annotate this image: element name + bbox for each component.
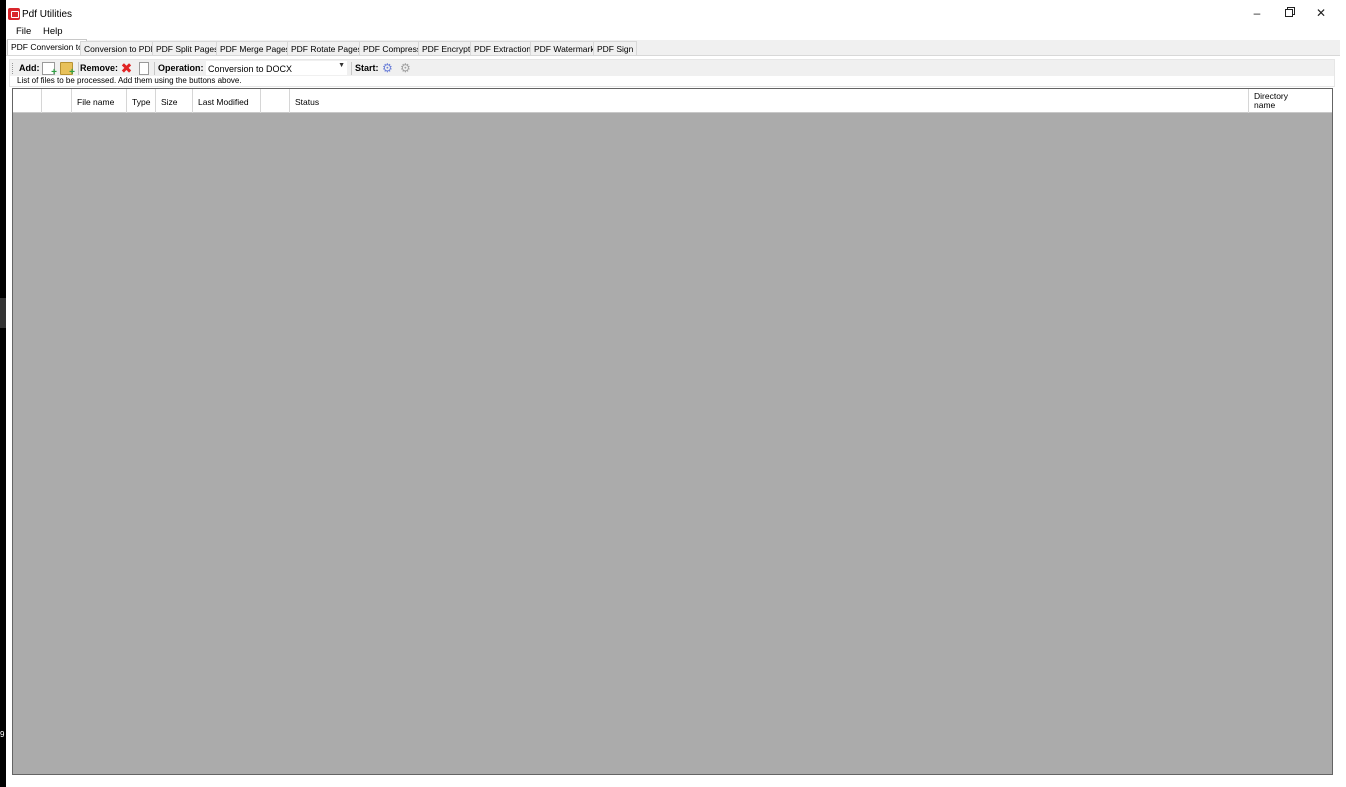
toolbar-separator: [154, 62, 155, 75]
desktop-edge-text: 9: [0, 730, 5, 739]
column-header-last-modified[interactable]: Last Modified: [193, 89, 261, 113]
column-header-icon[interactable]: [42, 89, 72, 113]
start-label: Start:: [355, 63, 379, 73]
column-header-size[interactable]: Size: [156, 89, 193, 113]
chevron-down-icon[interactable]: ▼: [338, 62, 345, 69]
title-bar[interactable]: Pdf Utilities – ✕: [6, 0, 1340, 24]
hint-text: List of files to be processed. Add them …: [17, 76, 242, 85]
restore-button[interactable]: [1274, 4, 1304, 22]
close-icon: ✕: [1315, 6, 1327, 20]
tab-pdf-conversion-to[interactable]: PDF Conversion to: [7, 39, 87, 55]
tab-pdf-merge-pages[interactable]: PDF Merge Pages: [216, 41, 294, 55]
tab-pdf-rotate-pages[interactable]: PDF Rotate Pages: [287, 41, 366, 55]
operation-label: Operation:: [158, 63, 204, 73]
column-header-select[interactable]: [13, 89, 42, 113]
column-header-status[interactable]: Status: [290, 89, 1249, 113]
tab-pdf-encrypt[interactable]: PDF Encrypt: [418, 41, 475, 55]
column-header-file-name[interactable]: File name: [72, 89, 127, 113]
remove-icon[interactable]: ✖: [120, 61, 133, 75]
toolbar-separator: [78, 62, 79, 75]
column-header-directory-name[interactable]: Directory name: [1249, 89, 1332, 113]
tab-pdf-split-pages[interactable]: PDF Split Pages: [152, 41, 223, 55]
add-folder-icon[interactable]: [60, 62, 75, 78]
hint-bar: List of files to be processed. Add them …: [9, 76, 1335, 87]
add-file-icon[interactable]: [42, 62, 57, 78]
menu-bar: File Help: [6, 24, 1340, 40]
stop-icon[interactable]: ⚙: [400, 62, 413, 75]
column-header-type[interactable]: Type: [127, 89, 156, 113]
toolbar-grip[interactable]: [12, 63, 14, 74]
column-header-blank[interactable]: [261, 89, 290, 113]
menu-file[interactable]: File: [12, 26, 35, 37]
menu-help[interactable]: Help: [39, 26, 67, 37]
tab-strip: PDF Conversion to Conversion to PDF PDF …: [6, 39, 1340, 55]
operation-select[interactable]: Conversion to DOCX ▼: [206, 61, 347, 75]
minimize-icon: –: [1253, 6, 1261, 20]
grid-header: File name Type Size Last Modified Status…: [13, 89, 1332, 113]
tab-pdf-compress[interactable]: PDF Compress: [359, 41, 426, 55]
toolbar: Add: Remove: ✖ Operation: Conversion to …: [9, 59, 1335, 78]
pdf-app-icon: [8, 8, 20, 20]
tab-pdf-watermark[interactable]: PDF Watermark: [530, 41, 599, 55]
tab-pdf-sign[interactable]: PDF Sign: [593, 41, 638, 55]
tab-panel-pdf-conversion-to: Add: Remove: ✖ Operation: Conversion to …: [6, 55, 1340, 782]
app-window: Pdf Utilities – ✕ File Help PDF Conversi…: [6, 0, 1340, 782]
tab-conversion-to-pdf[interactable]: Conversion to PDF: [80, 41, 160, 55]
close-button[interactable]: ✕: [1306, 4, 1336, 22]
window-title: Pdf Utilities: [22, 9, 73, 20]
add-label: Add:: [19, 63, 40, 73]
file-list-grid[interactable]: File name Type Size Last Modified Status…: [12, 88, 1333, 775]
toolbar-separator: [351, 62, 352, 75]
restore-icon: [1285, 9, 1293, 17]
operation-select-value: Conversion to DOCX: [208, 64, 293, 74]
minimize-button[interactable]: –: [1242, 4, 1272, 22]
clear-list-icon[interactable]: [139, 62, 149, 75]
remove-label: Remove:: [80, 63, 119, 73]
start-icon[interactable]: ⚙: [382, 62, 395, 75]
tab-pdf-extraction[interactable]: PDF Extraction: [470, 41, 536, 55]
